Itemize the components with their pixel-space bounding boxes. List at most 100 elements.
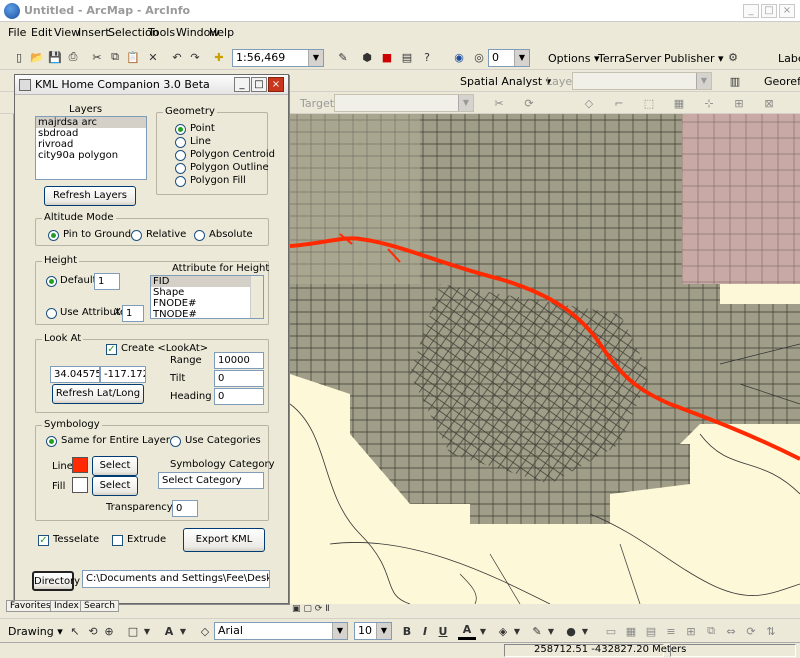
chevron-down-icon[interactable]: ▼ [458,95,473,111]
attributes-icon[interactable]: ▦ [670,94,688,112]
group-icon[interactable]: ▦ [622,622,640,640]
menu-view[interactable]: View [54,26,80,39]
publisher-menu[interactable]: Publisher ▾ [664,52,724,65]
italic-icon[interactable]: I [416,622,434,640]
snap-icon[interactable]: ⊹ [700,94,718,112]
refresh-layers-button[interactable]: Refresh Layers [44,186,136,206]
whats-this-icon[interactable]: ? [418,48,436,66]
menu-edit[interactable]: Edit [31,26,52,39]
shadow-icon[interactable]: ▭ [602,622,620,640]
sketch-icon[interactable]: ⌐ [610,94,628,112]
use-attribute-radio[interactable] [46,308,57,319]
options-menu[interactable]: Options ▾ [548,52,599,65]
target-combo[interactable]: ▼ [334,94,474,112]
refresh-icon[interactable]: ⟳ [315,604,323,614]
refresh-lat-long-button[interactable]: Refresh Lat/Long [52,384,144,404]
chevron-down-icon[interactable]: ▼ [514,50,529,66]
trace-icon[interactable]: ⊠ [760,94,778,112]
nudge-icon[interactable]: ⇔ [722,622,740,640]
minimize-button[interactable]: _ [743,4,759,18]
distribute-icon[interactable]: ⊞ [682,622,700,640]
list-item[interactable]: TNODE# [151,309,263,318]
underline-icon[interactable]: U [434,622,452,640]
data-view-icon[interactable]: ▢ [303,604,312,614]
chevron-down-icon[interactable]: ▼ [376,623,391,639]
list-item[interactable]: Shape [151,287,263,298]
directory-path-input[interactable]: C:\Documents and Settings\Fee\Desktop\te… [82,570,270,588]
heading-input[interactable]: 0 [214,388,264,405]
range-input[interactable]: 10000 [214,352,264,369]
geometry-centroid-radio[interactable] [175,150,186,161]
longitude-input[interactable]: -117.1725 [100,366,146,383]
transparency-input[interactable]: 0 [172,500,198,517]
select-elements-icon[interactable]: ↖ [66,622,84,640]
menu-insert[interactable]: Insert [78,26,110,39]
histogram-icon[interactable]: ▥ [726,72,744,90]
save-icon[interactable]: 💾 [46,48,64,66]
vertex-icon[interactable]: ◇ [580,94,598,112]
relative-radio[interactable] [131,230,142,241]
list-item[interactable]: FID [151,276,263,287]
height-attribute-list[interactable]: FID Shape FNODE# TNODE# [150,275,264,319]
open-icon[interactable]: 📂 [28,48,46,66]
height-multiplier-input[interactable]: 1 [122,305,144,322]
fill-select-button[interactable]: Select [92,476,138,496]
terraserver-button[interactable]: TerraServer [598,52,661,65]
use-categories-radio[interactable] [170,436,181,447]
add-data-icon[interactable]: ✚ [210,48,228,66]
chevron-down-icon[interactable]: ▼ [474,622,492,640]
symbology-category-input[interactable]: Select Category [158,472,264,489]
rotate-icon[interactable]: ⟳ [520,94,538,112]
split-icon[interactable]: ✂ [490,94,508,112]
font-combo[interactable]: Arial ▼ [214,622,348,640]
geometry-fill-radio[interactable] [175,176,186,187]
tab-favorites[interactable]: Favorites [6,600,55,612]
publisher-tool-icon[interactable]: ⚙ [724,48,742,66]
pin-to-ground-radio[interactable] [48,230,59,241]
ungroup-icon[interactable]: ▤ [642,622,660,640]
latitude-input[interactable]: 34.045752 [50,366,100,383]
line-select-button[interactable]: Select [92,456,138,476]
export-kml-button[interactable]: Export KML [183,528,265,552]
flip-icon[interactable]: ⇅ [762,622,780,640]
create-lookat-checkbox[interactable]: ✓ [106,344,117,355]
chevron-down-icon[interactable]: ▼ [308,50,323,66]
menu-tools[interactable]: Tools [148,26,175,39]
editor-icon[interactable]: ✎ [334,48,352,66]
paste-icon[interactable]: 📋 [124,48,142,66]
fill-color-swatch[interactable] [72,477,88,493]
toolbox-icon[interactable]: ■ [378,48,396,66]
layers-list[interactable]: majrdsa arc sbdroad rivroad city90a poly… [35,116,147,180]
chevron-down-icon[interactable]: ▼ [508,622,526,640]
menu-help[interactable]: Help [209,26,234,39]
layout-view-icon[interactable]: ▣ [292,604,301,614]
arctoolbox-icon[interactable]: ⬢ [358,48,376,66]
default-height-input[interactable]: 1 [94,273,120,290]
print-icon[interactable]: ⎙ [64,48,82,66]
undo-icon[interactable]: ↶ [168,48,186,66]
chevron-down-icon[interactable]: ▼ [332,623,347,639]
list-item[interactable]: FNODE# [151,298,263,309]
scrollbar[interactable] [250,276,263,318]
topology-icon[interactable]: ⊞ [730,94,748,112]
command-line-icon[interactable]: ▤ [398,48,416,66]
tab-search[interactable]: Search [80,600,119,612]
rotate-right-icon[interactable]: ⟳ [742,622,760,640]
zoom-whole-page-icon[interactable]: ⊕ [100,622,118,640]
font-size-combo[interactable]: 10 ▼ [354,622,392,640]
close-button[interactable]: × [779,4,795,18]
redo-icon[interactable]: ↷ [186,48,204,66]
order-icon[interactable]: ⧉ [702,622,720,640]
list-item[interactable]: city90a polygon [36,150,146,161]
geometry-line-radio[interactable] [175,137,186,148]
pause-icon[interactable]: Ⅱ [325,604,329,614]
tab-index[interactable]: Index [50,600,83,612]
select-features-icon[interactable]: ⬚ [640,94,658,112]
align-icon[interactable]: ≡ [662,622,680,640]
extrude-checkbox[interactable] [112,535,123,546]
map-canvas[interactable] [290,114,800,604]
dialog-maximize-button[interactable]: □ [251,77,267,92]
list-item[interactable]: rivroad [36,139,146,150]
geometry-point-radio[interactable] [175,124,186,135]
drawing-menu[interactable]: Drawing ▾ [8,625,63,638]
